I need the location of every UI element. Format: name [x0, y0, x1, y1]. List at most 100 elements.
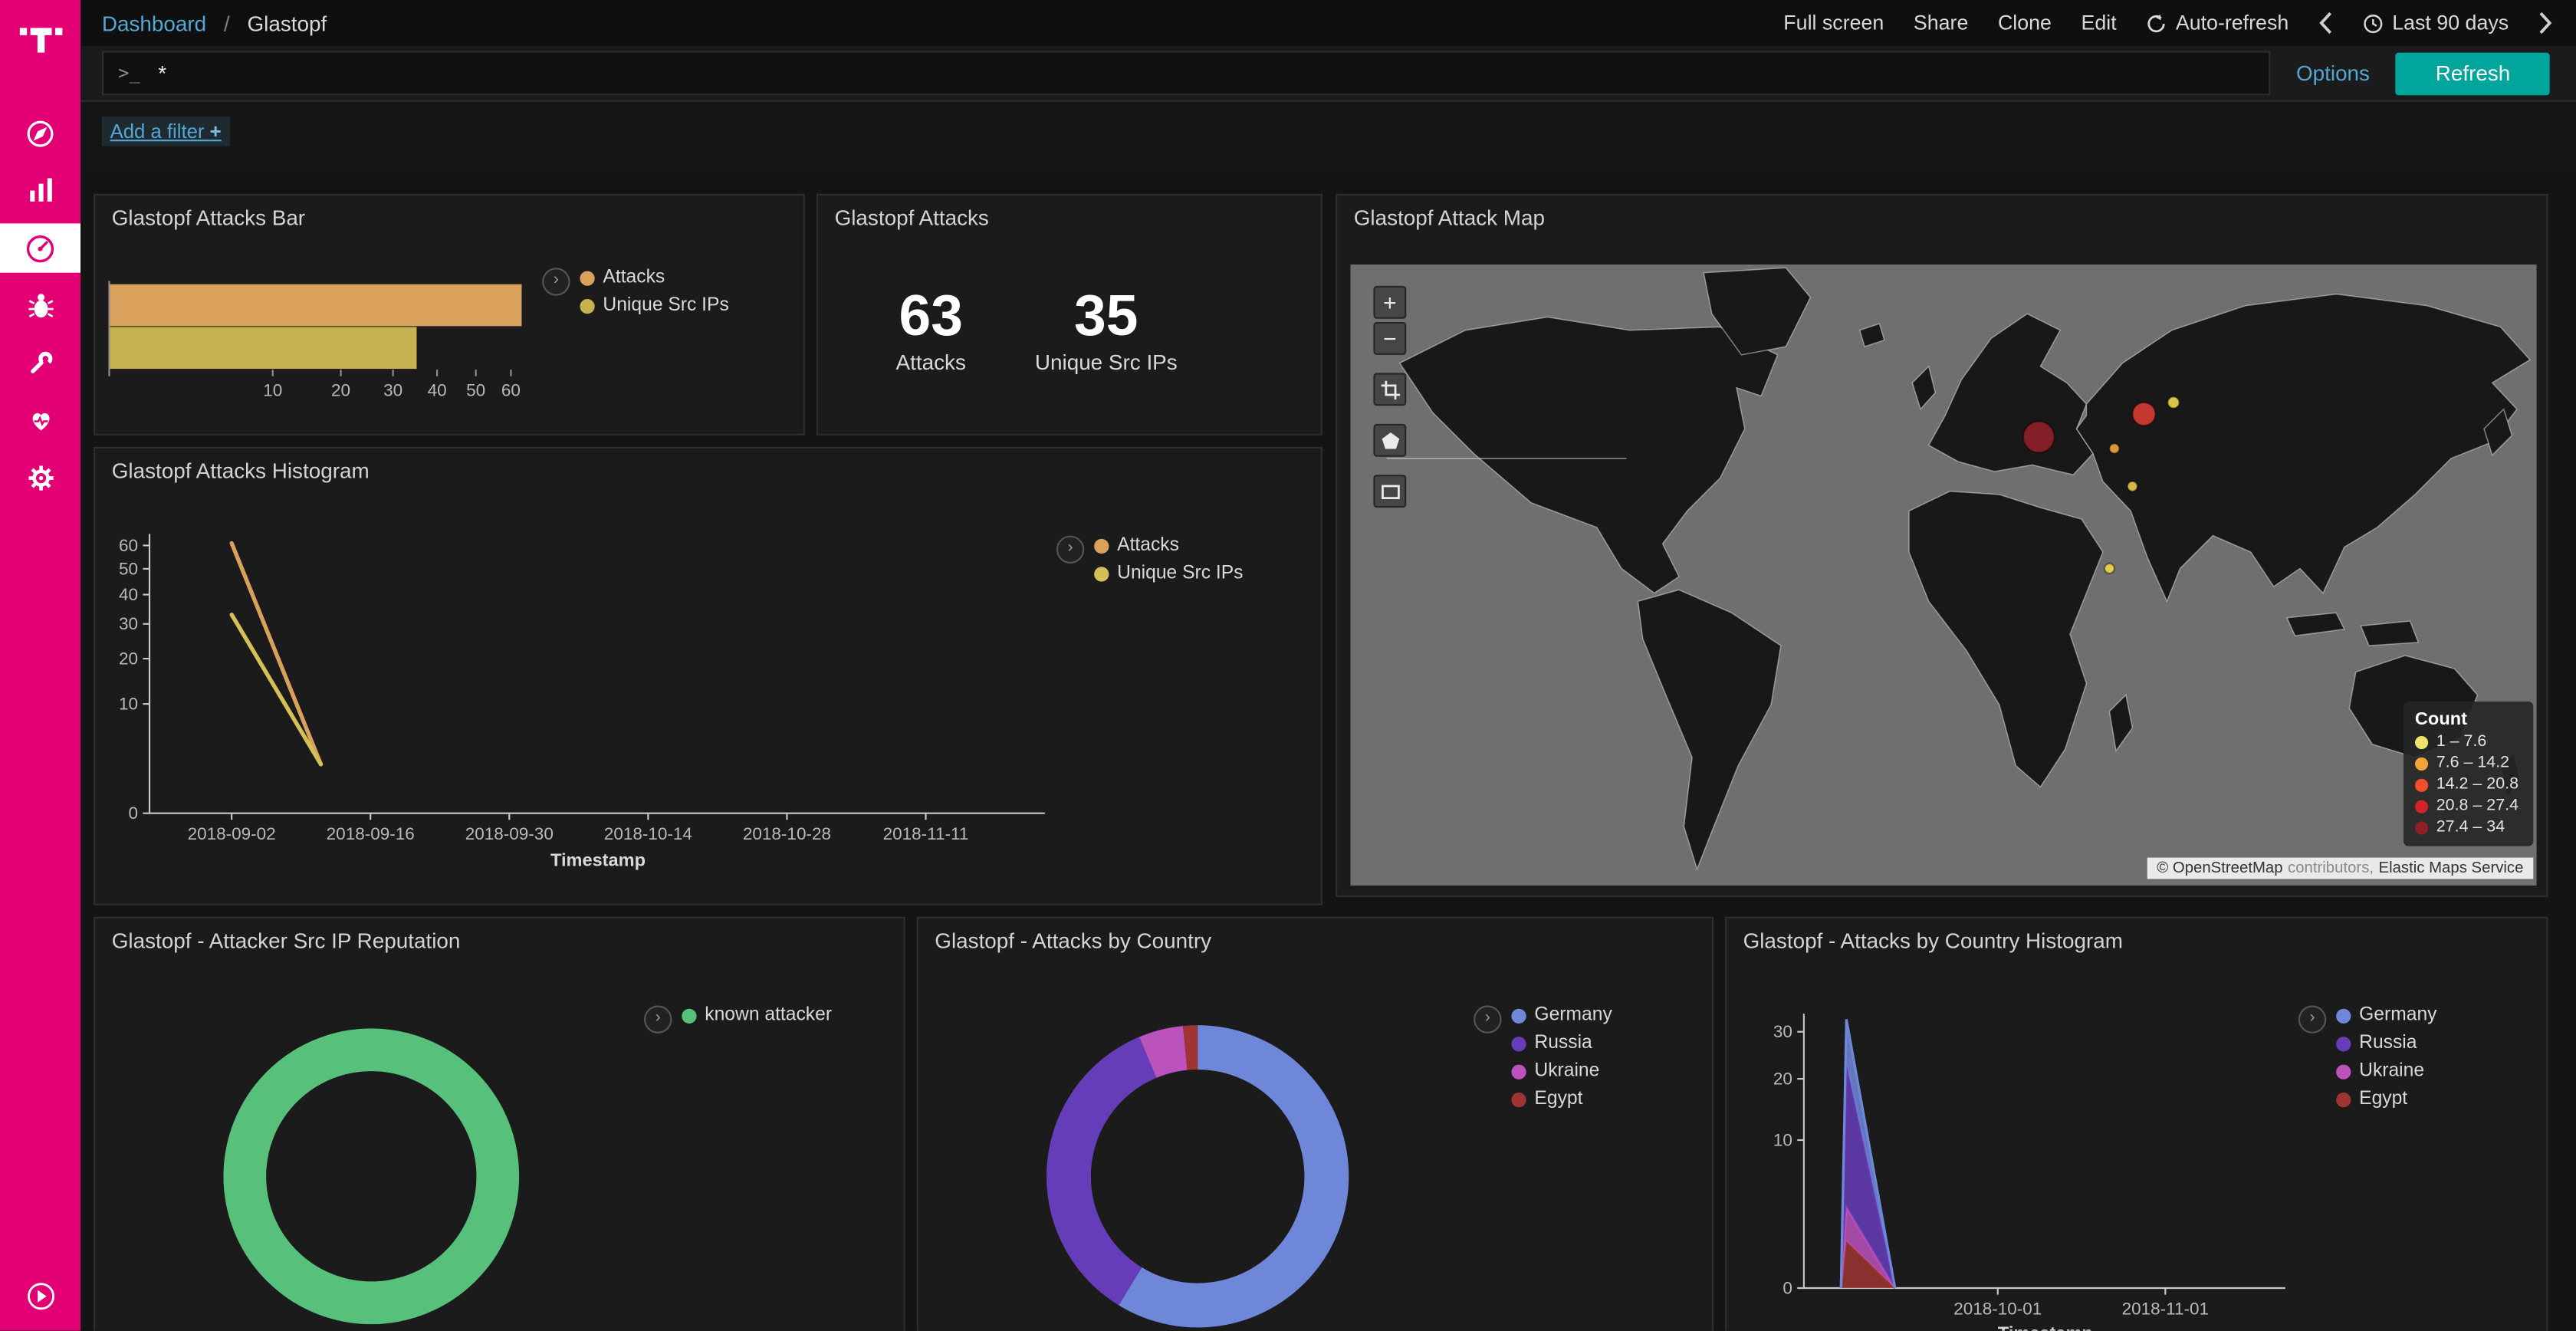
time-forward-button[interactable]	[2538, 12, 2553, 35]
legend-toggle[interactable]: ›	[542, 268, 570, 295]
world-map[interactable]: + −	[1350, 265, 2536, 886]
legend-label: Russia	[2359, 1034, 2417, 1053]
attacks-histogram-chart[interactable]: 01020304050602018-09-022018-09-162018-09…	[95, 449, 1322, 905]
edit-button[interactable]: Edit	[2082, 12, 2117, 35]
legend-toggle[interactable]: ›	[1056, 536, 1084, 564]
refresh-icon	[2146, 12, 2167, 34]
map-polygon-tool-button[interactable]	[1373, 424, 1406, 457]
legend-label: Germany	[2359, 1005, 2436, 1025]
legend-color-dot	[682, 1008, 696, 1023]
map-crop-tool-button[interactable]	[1373, 373, 1406, 406]
legend-label: known attacker	[705, 1005, 832, 1025]
legend-item[interactable]: Attacks	[1094, 536, 1243, 556]
telekom-logo[interactable]	[0, 7, 80, 73]
svg-text:10: 10	[119, 695, 138, 714]
sidebar-item-visualize[interactable]	[0, 166, 80, 215]
legend-item[interactable]: Russia	[1511, 1034, 1612, 1053]
sidebar-item-discover[interactable]	[0, 108, 80, 157]
metric-label: Unique Src IPs	[1035, 350, 1178, 374]
legend-color-dot	[2336, 1008, 2351, 1023]
legend-item[interactable]: Ukraine	[1511, 1061, 1612, 1081]
legend-label: Russia	[1534, 1034, 1592, 1053]
refresh-button[interactable]: Refresh	[2396, 52, 2549, 95]
country-donut-chart[interactable]	[918, 919, 1714, 1331]
legend-item[interactable]: Germany	[1511, 1005, 1612, 1025]
legend-toggle[interactable]: ›	[644, 1005, 672, 1033]
legend-item[interactable]: Egypt	[1511, 1089, 1612, 1109]
sidebar-item-management[interactable]	[0, 453, 80, 502]
osm-link[interactable]: © OpenStreetMap	[2157, 859, 2282, 878]
map-legend-dot	[2415, 778, 2428, 791]
add-filter-link[interactable]: Add a filter +	[102, 117, 230, 146]
map-legend-dot	[2415, 800, 2428, 813]
panel-attacks-metric: Glastopf Attacks 63Attacks35Unique Src I…	[816, 194, 1322, 435]
legend-color-dot	[2336, 1036, 2351, 1050]
legend-items: Attacks Unique Src IPs	[1094, 536, 1243, 592]
options-link[interactable]: Options	[2296, 61, 2370, 85]
legend-item[interactable]: Ukraine	[2336, 1061, 2436, 1081]
full-screen-button[interactable]: Full screen	[1783, 12, 1884, 35]
legend-item[interactable]: Unique Src IPs	[1094, 564, 1243, 583]
chart-legend: › Germany Russia Ukraine Egypt	[2298, 1005, 2437, 1117]
legend-color-dot	[2336, 1092, 2351, 1106]
legend-item[interactable]: Germany	[2336, 1005, 2436, 1025]
share-button[interactable]: Share	[1914, 12, 1968, 35]
metric-values: 63Attacks35Unique Src IPs	[818, 288, 1255, 375]
breadcrumb: Dashboard / Glastopf	[102, 11, 327, 35]
time-range-button[interactable]: Last 90 days	[2363, 12, 2509, 35]
map-attribution: © OpenStreetMapcontributors,Elastic Maps…	[2147, 858, 2533, 879]
legend-color-dot	[580, 271, 594, 285]
country-area-chart[interactable]: 01020302018-10-012018-11-01Timestamp	[1727, 919, 2548, 1331]
map-zoom-in-button[interactable]: +	[1373, 286, 1406, 319]
legend-item[interactable]: Unique Src IPs	[580, 296, 728, 316]
sidebar-item-dev-tools[interactable]	[0, 338, 80, 387]
sidebar-nav	[0, 108, 80, 511]
legend-item[interactable]: Egypt	[2336, 1089, 2436, 1109]
map-rectangle-tool-button[interactable]	[1373, 475, 1406, 508]
crop-icon	[1379, 379, 1401, 400]
legend-item[interactable]: Attacks	[580, 268, 728, 288]
chart-legend: › Germany Russia Ukraine Egypt	[1474, 1005, 1612, 1117]
svg-text:Timestamp: Timestamp	[1998, 1323, 2093, 1330]
sidebar-item-dashboard[interactable]	[0, 223, 80, 272]
legend-item[interactable]: known attacker	[682, 1005, 832, 1025]
main-area: Dashboard / Glastopf Full screen Share C…	[80, 0, 2576, 1331]
svg-text:20: 20	[1773, 1070, 1792, 1089]
sidebar-item-apm[interactable]	[0, 281, 80, 330]
chevron-right-icon	[2538, 12, 2553, 35]
svg-text:2018-10-14: 2018-10-14	[604, 824, 692, 843]
heartbeat-icon	[24, 404, 57, 437]
plus-icon: +	[210, 120, 222, 143]
panel-title: Glastopf Attacks Bar	[112, 205, 305, 230]
compass-icon	[23, 116, 58, 150]
ems-link[interactable]: Elastic Maps Service	[2378, 859, 2523, 878]
legend-toggle[interactable]: ›	[1474, 1005, 1501, 1033]
legend-item[interactable]: Russia	[2336, 1034, 2436, 1053]
sidebar-item-monitoring[interactable]	[0, 396, 80, 445]
svg-text:60: 60	[501, 380, 521, 399]
polygon-icon	[1379, 429, 1401, 451]
svg-text:30: 30	[1773, 1022, 1792, 1041]
breadcrumb-separator: /	[224, 11, 230, 35]
collapse-nav-button[interactable]	[0, 1272, 80, 1321]
map-legend-row: 14.2 – 20.8	[2415, 775, 2518, 794]
legend-label: Unique Src IPs	[603, 296, 728, 316]
map-legend-dot	[2415, 735, 2428, 748]
query-input[interactable]	[155, 59, 2253, 87]
breadcrumb-dashboard-link[interactable]: Dashboard	[102, 11, 206, 35]
map-legend: Count 1 – 7.67.6 – 14.214.2 – 20.820.8 –…	[2404, 702, 2533, 846]
clone-button[interactable]: Clone	[1998, 12, 2052, 35]
panel-title: Glastopf Attack Map	[1354, 205, 1545, 230]
panel-attacks-histogram: Glastopf Attacks Histogram 0102030405060…	[94, 447, 1322, 905]
reputation-donut-chart[interactable]	[95, 919, 905, 1331]
svg-text:20: 20	[331, 380, 350, 399]
map-legend-dot	[2415, 757, 2428, 770]
svg-text:60: 60	[119, 536, 138, 555]
auto-refresh-button[interactable]: Auto-refresh	[2146, 12, 2288, 35]
chart-legend: › known attacker	[644, 1005, 832, 1033]
time-range-label: Last 90 days	[2392, 12, 2509, 35]
time-back-button[interactable]	[2318, 12, 2333, 35]
map-legend-dot	[2415, 820, 2428, 833]
legend-toggle[interactable]: ›	[2298, 1005, 2326, 1033]
map-zoom-out-button[interactable]: −	[1373, 322, 1406, 355]
